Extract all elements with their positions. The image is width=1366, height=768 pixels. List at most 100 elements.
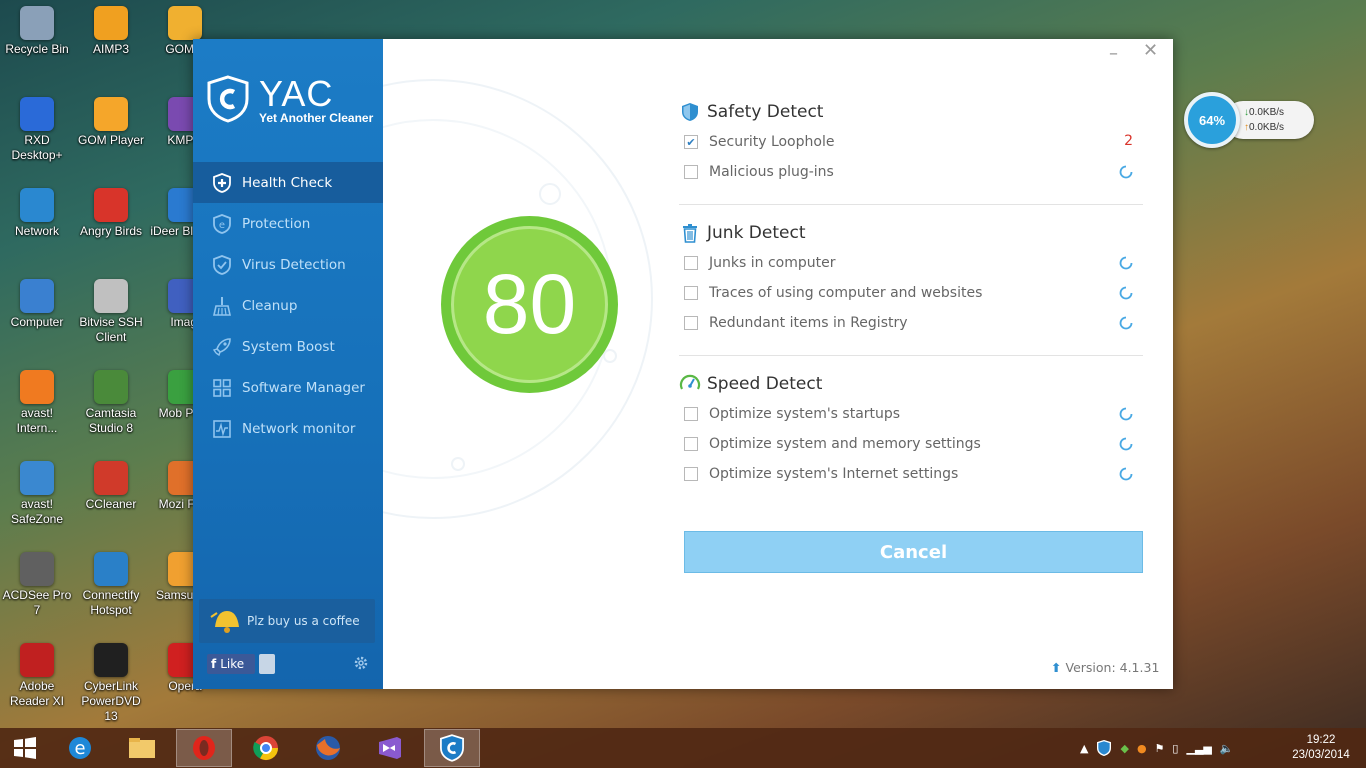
desktop-icon-label: Bitvise SSH Client [79, 315, 143, 344]
app-shortcut-icon [94, 643, 128, 677]
section-header: Junk Detect [679, 218, 1143, 248]
yac-window: YAC Yet Another Cleaner Health Check e Pro… [193, 39, 1173, 689]
desktop-icon[interactable]: RXD Desktop+ [0, 97, 74, 163]
app-shortcut-icon [168, 6, 202, 40]
grid-icon [211, 377, 233, 399]
sidebar-item-virus-detection[interactable]: Virus Detection [193, 244, 383, 285]
settings-gear-icon[interactable] [353, 655, 369, 671]
desktop-icon-label: CyberLink PowerDVD 13 [81, 679, 141, 723]
desktop-icon[interactable]: Adobe Reader XI [0, 643, 74, 709]
minimize-button[interactable]: – [1109, 43, 1118, 64]
rocket-icon [211, 336, 233, 358]
desktop-icon-label: Recycle Bin [5, 42, 69, 56]
memory-percent-circle[interactable]: 64% [1184, 92, 1240, 148]
windows-start-icon [14, 737, 36, 759]
taskbar-firefox[interactable] [300, 729, 356, 767]
section-title: Junk Detect [707, 223, 806, 243]
section-header: Safety Detect [679, 97, 1143, 127]
taskbar-chrome[interactable] [238, 729, 294, 767]
clock[interactable]: 19:22 23/03/2014 [1284, 733, 1358, 763]
svg-text:e: e [74, 738, 85, 759]
desktop-icon[interactable]: avast! SafeZone [0, 461, 74, 527]
start-button[interactable] [0, 729, 50, 767]
detect-item-checkbox[interactable] [684, 316, 698, 330]
section-junk-detect: Junk Detect Junks in computer Traces of us… [679, 218, 1143, 338]
taskbar-opera[interactable] [176, 729, 232, 767]
desktop-icon[interactable]: Angry Birds [74, 188, 148, 239]
tray-yac-icon[interactable] [1096, 740, 1112, 756]
desktop-icon-label: ACDSee Pro 7 [2, 588, 72, 617]
buy-coffee-button[interactable]: Plz buy us a coffee [199, 599, 375, 643]
download-speed: 0.0KB/s [1249, 107, 1285, 118]
detect-item-checkbox[interactable] [684, 256, 698, 270]
desktop-icon[interactable]: AIMP3 [74, 6, 148, 57]
monitor-chart-icon [211, 418, 233, 440]
trash-icon [679, 222, 701, 244]
version-label: Version: 4.1.31 [1065, 660, 1160, 675]
tray-device-icon[interactable]: ▯ [1172, 742, 1178, 755]
desktop-icon[interactable]: Computer [0, 279, 74, 330]
sidebar-item-software-manager[interactable]: Software Manager [193, 367, 383, 408]
app-shortcut-icon [20, 552, 54, 586]
issue-count: 2 [1124, 133, 1133, 149]
health-score: 80 [451, 226, 608, 383]
desktop-icon-label: Computer [10, 315, 64, 329]
desktop-icon[interactable]: CCleaner [74, 461, 148, 512]
internet-explorer-icon: e [69, 737, 91, 759]
desktop-icon[interactable]: Connectify Hotspot [74, 552, 148, 618]
app-shortcut-icon [20, 461, 54, 495]
like-count-box [259, 654, 275, 674]
taskbar-yac[interactable] [424, 729, 480, 767]
sidebar: YAC Yet Another Cleaner Health Check e Pro… [193, 39, 383, 689]
sidebar-item-health-check[interactable]: Health Check [193, 162, 383, 203]
close-button[interactable]: ✕ [1143, 40, 1158, 61]
detect-item: Traces of using computer and websites [679, 278, 1143, 308]
tray-network-app-icon[interactable]: ◆ [1120, 742, 1128, 755]
detect-item-checkbox[interactable] [684, 286, 698, 300]
detect-item-checkbox[interactable]: ✔ [684, 135, 698, 149]
facebook-like-button[interactable]: f Like [207, 654, 255, 674]
sidebar-item-protection[interactable]: e Protection [193, 203, 383, 244]
desktop-icon[interactable]: Network [0, 188, 74, 239]
desktop-icon[interactable]: ACDSee Pro 7 [0, 552, 74, 618]
desktop-icon[interactable]: GOM Player [74, 97, 148, 148]
cancel-button[interactable]: Cancel [684, 531, 1143, 573]
detect-item-label: Optimize system's Internet settings [709, 466, 959, 482]
broom-icon [211, 295, 233, 317]
desktop-icon[interactable]: CyberLink PowerDVD 13 [74, 643, 148, 724]
decorative-dot [603, 349, 617, 363]
detect-item-label: Junks in computer [709, 255, 836, 271]
taskbar-visual-studio[interactable] [362, 729, 418, 767]
detect-item-checkbox[interactable] [684, 165, 698, 179]
decorative-dot [451, 457, 465, 471]
taskbar-ie[interactable]: e [52, 729, 108, 767]
network-speed-widget[interactable]: ↓0.0KB/s ↑0.0KB/s 64% [1184, 92, 1314, 148]
sidebar-item-network-monitor[interactable]: Network monitor [193, 408, 383, 449]
show-hidden-icons-icon[interactable]: ▲ [1080, 742, 1088, 755]
tray-avast-icon[interactable]: ● [1137, 742, 1147, 755]
desktop-icon[interactable]: Bitvise SSH Client [74, 279, 148, 345]
loading-spinner-icon [1119, 165, 1133, 183]
detect-item-checkbox[interactable] [684, 407, 698, 421]
plus-shield-icon [211, 172, 233, 194]
app-shortcut-icon [94, 552, 128, 586]
clock-time: 19:22 [1306, 734, 1336, 746]
signal-strength-icon[interactable]: ▁▃▅ [1186, 742, 1211, 755]
desktop-icon[interactable]: avast! Intern... [0, 370, 74, 436]
volume-icon[interactable]: 🔈 [1220, 742, 1234, 755]
sidebar-item-cleanup[interactable]: Cleanup [193, 285, 383, 326]
detect-item-checkbox[interactable] [684, 437, 698, 451]
section-divider [679, 204, 1143, 205]
sidebar-item-system-boost[interactable]: System Boost [193, 326, 383, 367]
logo-title: YAC [259, 73, 334, 114]
app-shortcut-icon [20, 97, 54, 131]
loading-spinner-icon [1119, 286, 1133, 304]
version-info[interactable]: ⬆ Version: 4.1.31 [1051, 660, 1159, 675]
desktop-icon[interactable]: Camtasia Studio 8 [74, 370, 148, 436]
action-center-flag-icon[interactable]: ⚑ [1155, 742, 1165, 755]
taskbar-explorer[interactable] [114, 729, 170, 767]
detect-item-checkbox[interactable] [684, 467, 698, 481]
desktop-icon[interactable]: Recycle Bin [0, 6, 74, 57]
facebook-icon: f [211, 657, 217, 671]
sidebar-item-label: System Boost [242, 338, 335, 355]
